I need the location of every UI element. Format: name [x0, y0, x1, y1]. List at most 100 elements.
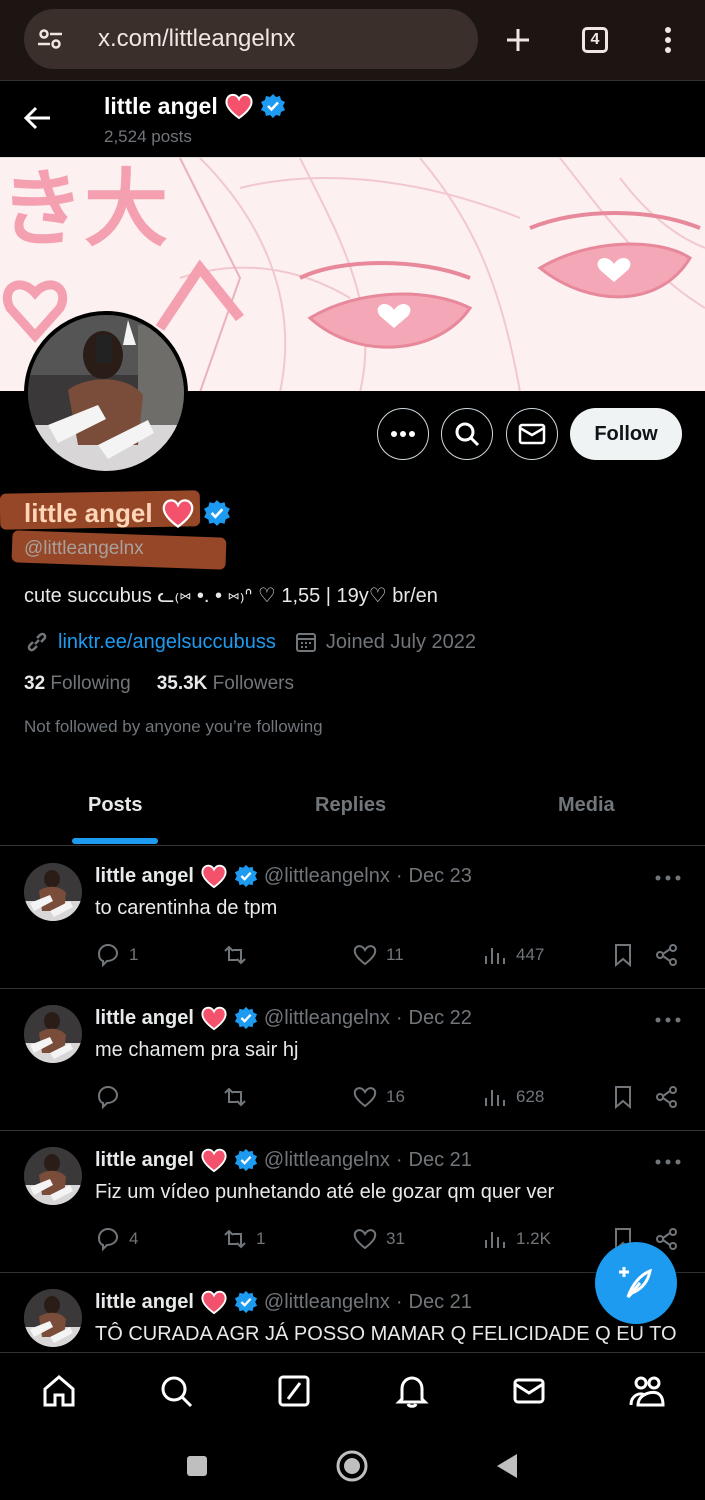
share-icon: [656, 1086, 677, 1108]
post-avatar[interactable]: [24, 1289, 82, 1347]
tab-switcher-icon[interactable]: 4: [573, 18, 617, 62]
profile-link[interactable]: linktr.ee/angelsuccubuss: [58, 631, 276, 654]
banner-kanji: き大: [0, 160, 168, 258]
profile-name: little angel: [24, 497, 153, 528]
verified-badge-icon: [203, 500, 230, 526]
system-navigation: [0, 1432, 705, 1500]
following-link[interactable]: 32 Following: [24, 673, 131, 695]
bookmark-icon: [615, 1086, 631, 1110]
new-tab-icon[interactable]: [496, 18, 540, 62]
post-text: me chamem pra sair hj: [95, 1039, 299, 1061]
recents-icon[interactable]: [179, 1448, 215, 1484]
heart-emoji-icon: [201, 1290, 227, 1315]
like-count: 16: [386, 1087, 405, 1106]
post-author-name[interactable]: little angel: [95, 1291, 194, 1314]
back-triangle-icon[interactable]: [489, 1448, 525, 1484]
post-dot-separator: ·: [395, 1290, 403, 1313]
address-bar[interactable]: x.com/littleangelnx: [24, 9, 478, 69]
followers-label: Followers: [212, 673, 294, 694]
header-title: little angel: [104, 92, 286, 120]
header-name: little angel: [104, 92, 218, 119]
notifications-bell-icon[interactable]: [392, 1371, 432, 1411]
grok-icon[interactable]: [274, 1371, 314, 1411]
reply-button[interactable]: 1: [95, 941, 138, 969]
joined-date: Joined July 2022: [325, 630, 477, 653]
message-button[interactable]: [506, 408, 558, 460]
like-heart-icon: [353, 1087, 377, 1108]
messages-envelope-icon[interactable]: [509, 1371, 549, 1411]
post-date[interactable]: Dec 21: [409, 1149, 472, 1172]
post-avatar[interactable]: [24, 1147, 82, 1205]
post-author-name[interactable]: little angel: [95, 865, 194, 888]
like-button[interactable]: 31: [352, 1225, 405, 1253]
bookmark-button[interactable]: [610, 941, 636, 969]
follow-stats: 32 Following 35.3K Followers: [24, 673, 294, 695]
url-text[interactable]: x.com/littleangelnx: [98, 9, 295, 69]
home-icon[interactable]: [39, 1371, 79, 1411]
tab-count: 4: [582, 27, 608, 53]
views-button[interactable]: 447: [482, 941, 544, 969]
heart-emoji-icon: [201, 1006, 227, 1031]
post-date[interactable]: Dec 22: [409, 1007, 472, 1030]
post-header: little angel @littleangelnx · Dec 23: [95, 863, 472, 889]
views-count: 1.2K: [516, 1229, 551, 1248]
profile-handle: @littleangelnx: [24, 538, 144, 559]
post-header: little angel @littleangelnx · Dec 21: [95, 1289, 472, 1315]
tab-media[interactable]: Media: [558, 794, 615, 817]
post-more-icon[interactable]: [654, 1157, 682, 1167]
communities-icon[interactable]: [627, 1371, 667, 1411]
views-count: 628: [516, 1087, 545, 1106]
repost-button[interactable]: [222, 941, 256, 969]
more-options-button[interactable]: [377, 408, 429, 460]
tab-replies[interactable]: Replies: [315, 794, 386, 817]
compose-post-button[interactable]: [595, 1242, 677, 1324]
tab-posts[interactable]: Posts: [88, 794, 142, 817]
like-button[interactable]: 11: [352, 941, 404, 969]
views-button[interactable]: 1.2K: [482, 1225, 551, 1253]
profile-avatar[interactable]: [24, 311, 188, 475]
post-dot-separator: ·: [395, 864, 403, 887]
share-button[interactable]: [654, 1083, 680, 1111]
post-item[interactable]: little angel @littleangelnx · Dec 21 Fiz um …: [0, 1131, 705, 1273]
bookmark-button[interactable]: [610, 1083, 636, 1111]
profile-meta: linktr.ee/angelsuccubuss Joined July 202…: [24, 628, 476, 656]
post-author-name[interactable]: little angel: [95, 1007, 194, 1030]
verified-badge-icon: [234, 1290, 257, 1314]
share-button[interactable]: [654, 941, 680, 969]
post-dot-separator: ·: [395, 1148, 403, 1171]
repost-button[interactable]: 1: [222, 1225, 265, 1253]
post-author-name[interactable]: little angel: [95, 1149, 194, 1172]
repost-button[interactable]: [222, 1083, 256, 1111]
kebab-menu-icon[interactable]: [646, 18, 690, 62]
post-more-icon[interactable]: [654, 873, 682, 883]
views-button[interactable]: 628: [482, 1083, 544, 1111]
post-avatar[interactable]: [24, 863, 82, 921]
heart-emoji-icon: [201, 864, 227, 889]
verified-badge-icon: [234, 1006, 257, 1030]
views-chart-icon: [485, 1232, 505, 1248]
reply-count: 4: [129, 1229, 139, 1248]
views-chart-icon: [485, 948, 505, 964]
post-date[interactable]: Dec 23: [409, 865, 472, 888]
explore-search-icon[interactable]: [156, 1371, 196, 1411]
reply-button[interactable]: [95, 1083, 129, 1111]
heart-emoji-icon: [162, 499, 193, 529]
site-settings-icon[interactable]: [36, 25, 64, 53]
post-item[interactable]: little angel @littleangelnx · Dec 22 me cham…: [0, 989, 705, 1131]
home-circle-icon[interactable]: [334, 1448, 370, 1484]
heart-emoji-icon: [201, 1148, 227, 1173]
followers-link[interactable]: 35.3K Followers: [157, 673, 294, 695]
repost-count: 1: [256, 1229, 266, 1248]
post-more-icon[interactable]: [654, 1015, 682, 1025]
search-profile-button[interactable]: [441, 408, 493, 460]
browser-toolbar: x.com/littleangelnx 4: [0, 0, 705, 80]
post-date[interactable]: Dec 21: [409, 1291, 472, 1314]
back-arrow-icon[interactable]: [20, 100, 56, 136]
reply-button[interactable]: 4: [95, 1225, 138, 1253]
post-dot-separator: ·: [395, 1006, 403, 1029]
follow-button[interactable]: Follow: [570, 408, 682, 460]
post-avatar[interactable]: [24, 1005, 82, 1063]
post-item[interactable]: little angel @littleangelnx · Dec 23 to care…: [0, 847, 705, 989]
like-count: 11: [386, 945, 404, 964]
like-button[interactable]: 16: [352, 1083, 405, 1111]
